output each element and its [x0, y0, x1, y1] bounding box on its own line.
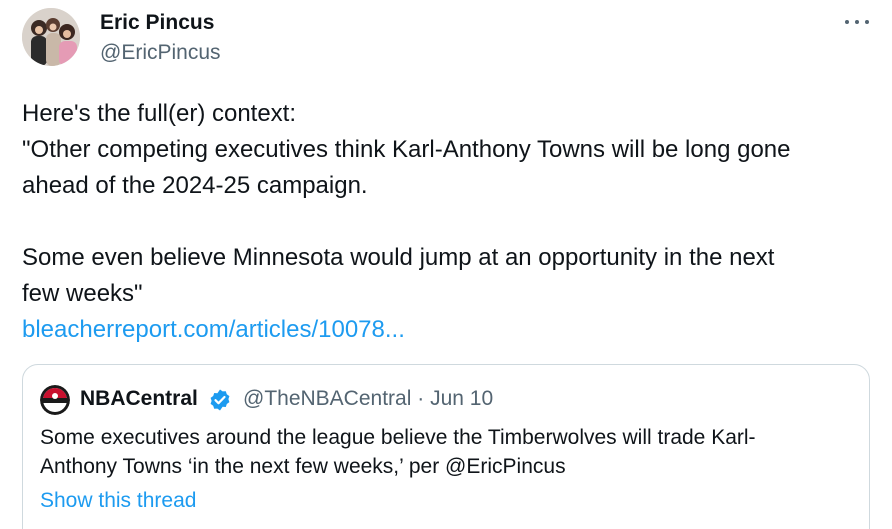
tweet-line: few weeks" [22, 280, 143, 307]
quote-line: Some executives around the league believ… [40, 426, 756, 449]
quote-author-meta: @TheNBACentral · Jun 10 [243, 386, 493, 412]
tweet-card: Eric Pincus @EricPincus Here's the full(… [0, 0, 892, 529]
quote-line: Anthony Towns ‘in the next few weeks,’ p… [40, 455, 566, 478]
article-link[interactable]: bleacherreport.com/articles/10078... [22, 316, 405, 343]
ellipsis-horizontal-icon[interactable] [842, 12, 872, 32]
avatar-photo-icon [22, 8, 80, 66]
author-avatar[interactable] [22, 8, 80, 66]
meta-separator: · [417, 387, 425, 410]
quote-author-name[interactable]: NBACentral [80, 386, 198, 412]
dot [865, 20, 869, 24]
tweet-text: Here's the full(er) context: "Other comp… [22, 96, 882, 348]
nba-central-logo-icon[interactable] [40, 385, 70, 415]
tweet-line: Here's the full(er) context: [22, 100, 297, 127]
author-name[interactable]: Eric Pincus [100, 11, 214, 35]
quote-text: Some executives around the league believ… [40, 423, 840, 481]
dot [845, 20, 849, 24]
author-handle[interactable]: @EricPincus [100, 41, 221, 65]
dot [855, 20, 859, 24]
tweet-line: ahead of the 2024-25 campaign. [22, 172, 368, 199]
quote-date[interactable]: Jun 10 [430, 387, 493, 410]
tweet-line: Some even believe Minnesota would jump a… [22, 244, 775, 271]
show-thread-link[interactable]: Show this thread [40, 487, 196, 515]
verified-badge-icon [210, 389, 230, 411]
quoted-tweet[interactable]: NBACentral @TheNBACentral · Jun 10 Some … [22, 364, 870, 529]
quote-author-handle[interactable]: @TheNBACentral [243, 387, 411, 410]
tweet-line: "Other competing executives think Karl-A… [22, 136, 791, 163]
